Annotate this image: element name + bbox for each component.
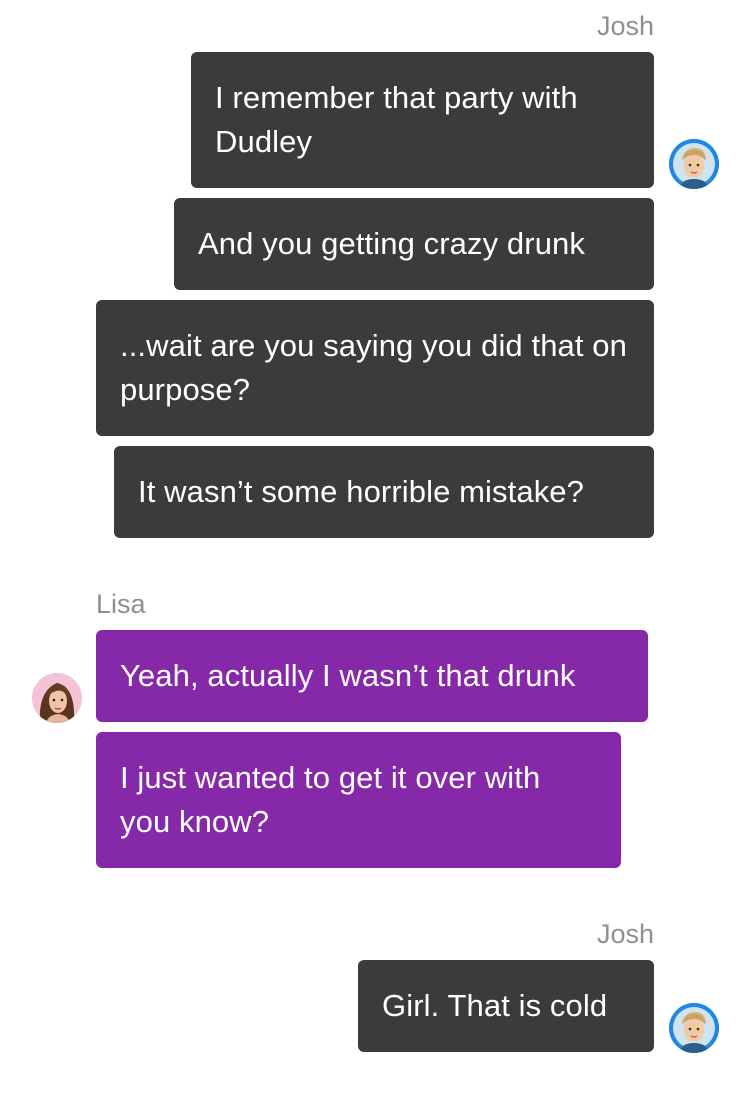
avatar-lisa-icon[interactable] — [32, 673, 82, 723]
message-bubble-josh[interactable]: And you getting crazy drunk — [174, 198, 654, 290]
message-text: Yeah, actually I wasn’t that drunk — [120, 658, 576, 693]
message-text: ...wait are you saying you did that on p… — [120, 328, 627, 407]
avatar-josh-icon[interactable] — [669, 139, 719, 189]
message-bubble-josh[interactable]: I remember that party with Dudley — [191, 52, 654, 188]
message-text: Girl. That is cold — [382, 988, 608, 1023]
sender-name-josh: Josh — [596, 919, 654, 949]
message-text: And you getting crazy drunk — [198, 226, 585, 261]
message-text: I just wanted to get it over with you kn… — [120, 760, 541, 839]
avatar-josh-icon[interactable] — [669, 1003, 719, 1053]
message-bubble-josh[interactable]: Girl. That is cold — [358, 960, 654, 1052]
message-bubble-josh[interactable]: It wasn’t some horrible mistake? — [114, 446, 654, 538]
message-bubble-josh[interactable]: ...wait are you saying you did that on p… — [96, 300, 654, 436]
message-text: It wasn’t some horrible mistake? — [138, 474, 584, 509]
sender-name-lisa: Lisa — [96, 589, 146, 619]
message-bubble-lisa[interactable]: I just wanted to get it over with you kn… — [96, 732, 621, 868]
message-bubble-lisa[interactable]: Yeah, actually I wasn’t that drunk — [96, 630, 648, 722]
sender-name-josh: Josh — [596, 11, 654, 41]
message-text: I remember that party with Dudley — [215, 80, 578, 159]
